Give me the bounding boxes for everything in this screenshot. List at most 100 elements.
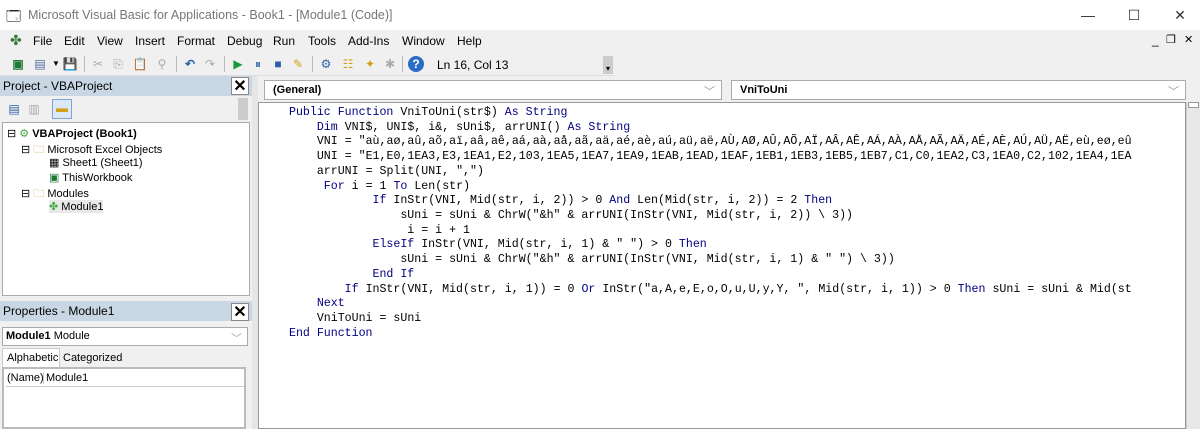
menu-run[interactable]: Run bbox=[273, 34, 295, 48]
project-tree: ⊟ ⚙ VBAProject (Book1) ⊟ 🗀 Microsoft Exc… bbox=[2, 122, 250, 296]
code-lines[interactable]: Public Function VniToUni(str$) As String… bbox=[289, 106, 1132, 342]
code-line[interactable]: For i = 1 To Len(str) bbox=[289, 180, 1132, 195]
separator bbox=[176, 56, 177, 72]
tab-alphabetic[interactable]: Alphabetic bbox=[2, 348, 60, 367]
toolbar-overflow-button[interactable]: ▾ bbox=[603, 56, 613, 74]
properties-window-icon[interactable]: ☷ bbox=[340, 56, 356, 72]
menu-view[interactable]: View bbox=[97, 34, 123, 48]
menu-format[interactable]: Format bbox=[177, 34, 215, 48]
code-line[interactable]: If InStr(VNI, Mid(str, i, 2)) > 0 And Le… bbox=[289, 194, 1132, 209]
mdi-minimize-button[interactable]: _ bbox=[1152, 33, 1159, 47]
object-dropdown[interactable]: (General) ﹀ bbox=[264, 80, 722, 100]
copy-icon[interactable]: ⎘ bbox=[110, 56, 126, 72]
menu-debug[interactable]: Debug bbox=[227, 34, 262, 48]
undo-icon[interactable]: ↶ bbox=[182, 56, 198, 72]
save-icon[interactable]: 💾 bbox=[62, 56, 78, 72]
separator bbox=[84, 56, 85, 72]
mdi-restore-button[interactable]: ❐ bbox=[1166, 33, 1176, 46]
code-line[interactable]: UNI = "E1,E0,1EA3,E3,1EA1,E2,103,1EA5,1E… bbox=[289, 150, 1132, 165]
menu-tools[interactable]: Tools bbox=[308, 34, 336, 48]
property-name: (Name) bbox=[7, 372, 44, 384]
tree-item-sheet1[interactable]: ▦ Sheet1 (Sheet1) bbox=[49, 156, 143, 169]
menu-edit[interactable]: Edit bbox=[64, 34, 85, 48]
reset-icon[interactable]: ■ bbox=[270, 56, 286, 72]
design-mode-icon[interactable]: ✎ bbox=[290, 56, 306, 72]
redo-icon[interactable]: ↷ bbox=[202, 56, 218, 72]
workbook-icon: ▣ bbox=[49, 172, 60, 184]
code-line[interactable]: End Function bbox=[289, 327, 1132, 342]
tree-label: Module1 bbox=[61, 201, 104, 213]
excel-icon[interactable]: ▣ bbox=[10, 56, 26, 72]
tree-label: Sheet1 (Sheet1) bbox=[62, 157, 143, 169]
code-line[interactable]: Dim VNI$, UNI$, i&, sUni$, arrUNI() As S… bbox=[289, 121, 1132, 136]
chevron-down-icon: ﹀ bbox=[704, 86, 715, 98]
menu-help[interactable]: Help bbox=[457, 34, 482, 48]
tree-item-module1[interactable]: ✤ Module1 bbox=[49, 200, 104, 213]
insert-userform-icon[interactable]: ▤ bbox=[32, 56, 48, 72]
object-name: Module1 bbox=[6, 330, 51, 342]
split-handle[interactable] bbox=[1188, 102, 1199, 108]
code-line[interactable]: ElseIf InStr(VNI, Mid(str, i, 1) & " ") … bbox=[289, 238, 1132, 253]
tab-label: Alphabetic bbox=[7, 352, 59, 364]
code-line[interactable]: sUni = sUni & ChrW("&h" & arrUNI(InStr(V… bbox=[289, 253, 1132, 268]
tree-item-vbaproject[interactable]: ⊟ ⚙ VBAProject (Book1) bbox=[7, 127, 137, 140]
property-row-name[interactable]: (Name) Module1 bbox=[6, 371, 244, 387]
vertical-scrollbar[interactable] bbox=[1186, 102, 1200, 429]
menu-bar: ✤ File Edit View Insert Format Debug Run… bbox=[0, 30, 1200, 52]
view-code-icon[interactable]: ▤ bbox=[6, 101, 22, 117]
tab-categorized[interactable]: Categorized bbox=[61, 350, 124, 366]
dropdown-value: (General) bbox=[273, 84, 322, 96]
vba-menu-icon: ✤ bbox=[10, 32, 22, 48]
break-icon[interactable]: ⏸ bbox=[250, 56, 266, 72]
tree-item-thisworkbook[interactable]: ▣ ThisWorkbook bbox=[49, 171, 132, 184]
toolbox-icon[interactable]: ✱ bbox=[382, 56, 398, 72]
folder-icon: 🗀 bbox=[33, 144, 45, 156]
maximize-button[interactable]: ☐ bbox=[1114, 4, 1154, 26]
menu-insert[interactable]: Insert bbox=[135, 34, 165, 48]
project-explorer-icon[interactable]: ⚙ bbox=[318, 56, 334, 72]
close-window-button[interactable]: ✕ bbox=[1160, 4, 1200, 26]
tab-label: Categorized bbox=[63, 352, 123, 364]
menu-file[interactable]: File bbox=[33, 34, 52, 48]
code-editor[interactable]: Public Function VniToUni(str$) As String… bbox=[258, 102, 1186, 429]
find-icon[interactable]: ⚲ bbox=[154, 56, 170, 72]
procedure-dropdown[interactable]: VniToUni ﹀ bbox=[731, 80, 1186, 100]
code-line[interactable]: End If bbox=[289, 268, 1132, 283]
properties-panel-header: Properties - Module1 bbox=[0, 301, 252, 321]
help-icon[interactable]: ? bbox=[408, 56, 424, 72]
project-panel-header: Project - VBAProject bbox=[0, 76, 252, 96]
separator bbox=[312, 56, 313, 72]
toggle-folders-icon[interactable]: ▬ bbox=[52, 99, 72, 119]
code-line[interactable]: arrUNI = Split(UNI, ",") bbox=[289, 165, 1132, 180]
property-value[interactable]: Module1 bbox=[46, 372, 88, 384]
object-selector-dropdown[interactable]: Module1 Module ﹀ bbox=[2, 327, 248, 346]
code-line[interactable]: sUni = sUni & ChrW("&h" & arrUNI(InStr(V… bbox=[289, 209, 1132, 224]
mdi-close-button[interactable]: ✕ bbox=[1184, 33, 1193, 46]
folder-icon: 🗀 bbox=[33, 188, 45, 200]
minimize-button[interactable]: — bbox=[1068, 4, 1108, 26]
chevron-down-icon: ﹀ bbox=[231, 333, 242, 345]
tree-label: VBAProject (Book1) bbox=[32, 128, 137, 140]
tree-label: ThisWorkbook bbox=[62, 172, 133, 184]
code-line[interactable]: VNI = "aù,aø,aû,aõ,aï,aâ,aê,aá,aà,aå,aã,… bbox=[289, 135, 1132, 150]
cut-icon[interactable]: ✂ bbox=[90, 56, 106, 72]
object-browser-icon[interactable]: ✦ bbox=[362, 56, 378, 72]
code-line[interactable]: VniToUni = sUni bbox=[289, 312, 1132, 327]
code-line[interactable]: If InStr(VNI, Mid(str, i, 1)) = 0 Or InS… bbox=[289, 283, 1132, 298]
code-line[interactable]: Public Function VniToUni(str$) As String bbox=[289, 106, 1132, 121]
menu-addins[interactable]: Add-Ins bbox=[348, 34, 389, 48]
dropdown-value: VniToUni bbox=[740, 84, 788, 96]
view-object-icon[interactable]: ▥ bbox=[26, 101, 42, 117]
run-icon[interactable]: ▶ bbox=[230, 56, 246, 72]
project-scrollbar[interactable] bbox=[238, 98, 248, 120]
menu-window[interactable]: Window bbox=[402, 34, 445, 48]
properties-panel-close-button[interactable]: ✕ bbox=[231, 303, 249, 321]
project-panel-close-button[interactable]: ✕ bbox=[231, 77, 249, 95]
code-line[interactable]: Next bbox=[289, 297, 1132, 312]
paste-icon[interactable]: 📋 bbox=[132, 56, 148, 72]
code-line[interactable]: i = i + 1 bbox=[289, 224, 1132, 239]
separator bbox=[402, 56, 403, 72]
tree-label: Microsoft Excel Objects bbox=[47, 144, 163, 156]
window-title: Microsoft Visual Basic for Applications … bbox=[28, 8, 393, 22]
tree-label: Modules bbox=[47, 188, 89, 200]
